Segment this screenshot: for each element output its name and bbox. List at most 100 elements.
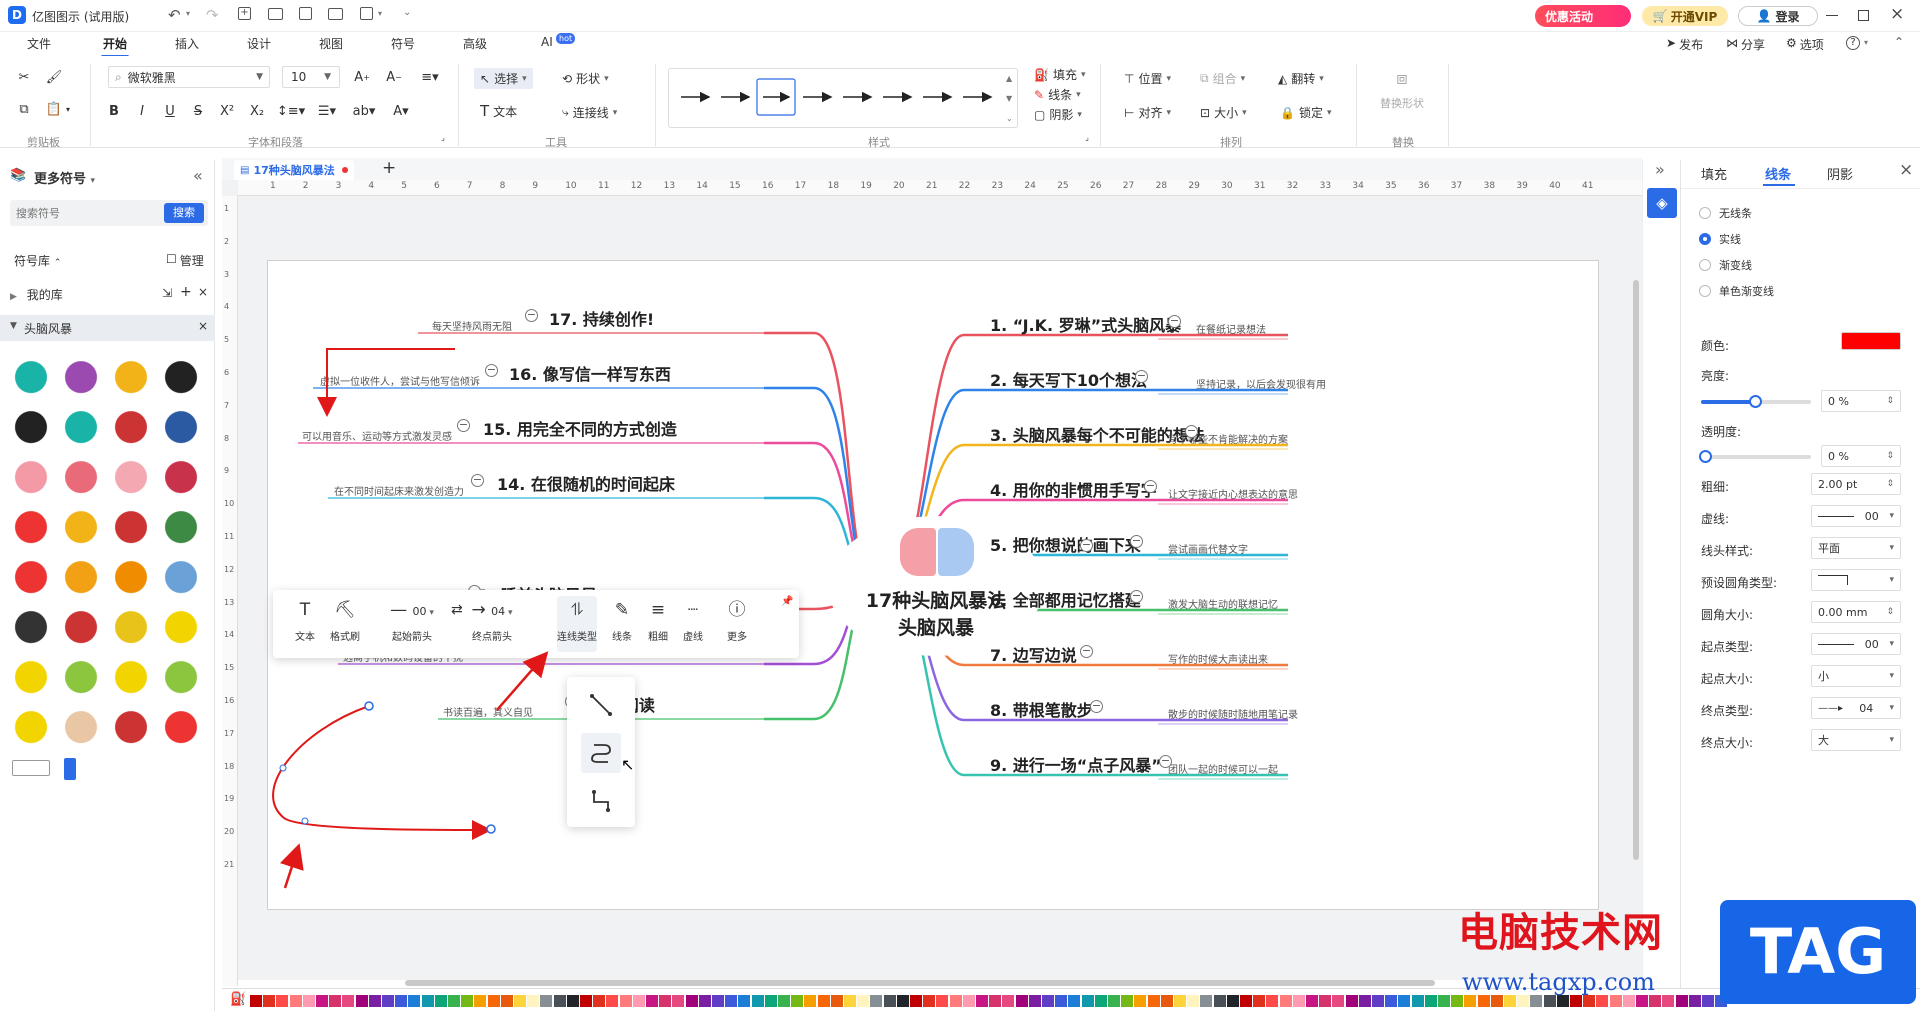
customize-quick-access-icon[interactable]: ⌄: [403, 7, 411, 18]
login-button[interactable]: 👤 登录: [1738, 6, 1818, 26]
color-swatch[interactable]: [514, 995, 526, 1007]
right-branch-topic[interactable]: 2. 每天写下10个想法: [990, 367, 1147, 391]
select-button[interactable]: ↖ 选择 ▾: [474, 68, 533, 89]
color-swatch[interactable]: [566, 995, 579, 1007]
line-style-gallery[interactable]: ▲ ▼ ⌄: [668, 68, 1018, 128]
color-swatch[interactable]: [1319, 995, 1332, 1007]
brainstorm-symbol-icon[interactable]: [112, 510, 150, 548]
color-swatch[interactable]: [553, 995, 566, 1007]
color-swatch[interactable]: [936, 995, 949, 1007]
color-swatch[interactable]: [844, 995, 856, 1007]
color-swatch[interactable]: [250, 995, 262, 1007]
color-swatch[interactable]: [395, 995, 408, 1007]
brainstorm-symbol-icon[interactable]: [162, 460, 200, 498]
brightness-slider[interactable]: [1701, 395, 1811, 408]
fill-button[interactable]: ⛽ 填充 ▾: [1034, 66, 1086, 83]
floating-toolbar-more-button[interactable]: ⓘ 更多: [717, 596, 757, 652]
color-swatch[interactable]: [500, 995, 513, 1007]
more-symbols-title[interactable]: 更多符号 ▾: [34, 168, 95, 187]
collapse-toggle-icon[interactable]: −: [1080, 645, 1093, 658]
strikethrough-icon[interactable]: S: [190, 102, 206, 120]
collapse-toggle-icon[interactable]: −: [1130, 535, 1143, 548]
color-swatch[interactable]: [804, 995, 817, 1007]
left-branch-topic[interactable]: 17. 持续创作!: [549, 306, 654, 330]
right-branch-note[interactable]: 激发大脑生动的联想记忆: [1168, 596, 1278, 611]
floating-toolbar-dash-button[interactable]: ┈ 虚线: [673, 596, 713, 652]
color-swatch[interactable]: [1438, 995, 1450, 1007]
paste-dropdown-icon[interactable]: ▾: [63, 100, 73, 118]
color-swatch[interactable]: [1068, 995, 1081, 1007]
line-spacing-icon[interactable]: ↕≡▾: [277, 102, 305, 120]
promo-button[interactable]: 优惠活动: [1535, 5, 1631, 27]
collapse-ribbon-icon[interactable]: ⌃: [1894, 35, 1904, 49]
end-type-select[interactable]: ——▸ 04 ▾: [1811, 697, 1901, 719]
brainstorm-symbol-icon[interactable]: [62, 660, 100, 698]
decrease-font-icon[interactable]: A −: [384, 68, 404, 86]
line-option-radio[interactable]: 无线条: [1699, 205, 1752, 221]
color-swatch[interactable]: [382, 995, 394, 1007]
lock-button[interactable]: 🔒 锁定 ▾: [1280, 104, 1332, 121]
line-option-radio[interactable]: 实线: [1699, 231, 1741, 247]
brightness-input[interactable]: 0 % ⇕: [1821, 390, 1901, 412]
brainstorm-symbol-icon[interactable]: [12, 710, 50, 748]
brainstorm-symbol-icon[interactable]: [12, 760, 50, 776]
close-panel-icon[interactable]: ×: [1899, 160, 1913, 180]
end-size-select[interactable]: 大 ▾: [1811, 729, 1901, 751]
brainstorm-symbol-icon[interactable]: [12, 610, 50, 648]
font-name-select[interactable]: ⌕ 微软雅黑 ▼: [108, 66, 270, 88]
line-option-radio[interactable]: 单色渐变线: [1699, 283, 1774, 299]
brainstorm-symbol-icon[interactable]: [12, 660, 50, 698]
elbow-connector-icon[interactable]: [581, 781, 621, 821]
collapse-panel-icon[interactable]: «: [193, 166, 203, 185]
collapse-toggle-icon[interactable]: −: [1080, 539, 1093, 552]
tab-design[interactable]: 设计: [247, 35, 271, 52]
close-window-icon[interactable]: ×: [1890, 4, 1904, 24]
color-swatch[interactable]: [1174, 995, 1186, 1007]
right-branch-topic[interactable]: 4. 用你的非惯用手写字: [990, 477, 1157, 501]
expand-panel-icon[interactable]: »: [1655, 160, 1665, 179]
start-size-select[interactable]: 小 ▾: [1811, 665, 1901, 687]
brainstorm-symbol-icon[interactable]: [12, 360, 50, 398]
color-swatch[interactable]: [1372, 995, 1384, 1007]
floating-toolbar-end-arrow-button[interactable]: → 04 ▾ 终点箭头: [460, 596, 524, 652]
text-button[interactable]: T 文本: [480, 102, 517, 120]
options-button[interactable]: ⚙ 选项: [1786, 36, 1824, 53]
color-swatch[interactable]: [857, 995, 870, 1007]
format-painter-icon[interactable]: 🖌: [45, 68, 63, 86]
brainstorm-symbol-icon[interactable]: [112, 660, 150, 698]
left-branch-topic[interactable]: 15. 用完全不同的方式创造: [483, 416, 677, 440]
import-icon[interactable]: ⇲: [162, 286, 172, 300]
color-swatch[interactable]: [355, 995, 368, 1007]
color-swatch[interactable]: [1398, 995, 1411, 1007]
color-swatch[interactable]: [1240, 995, 1252, 1007]
color-swatch[interactable]: [1055, 995, 1068, 1007]
vertical-scrollbar[interactable]: [1633, 280, 1639, 860]
color-swatch[interactable]: [949, 995, 962, 1007]
color-swatch[interactable]: [1358, 995, 1371, 1007]
ruler-horizontal[interactable]: 1 2 3 4 5 6 7 8 9 10 11 12 13 14 15 16 17 18 19 20 21 22 23 24 2…: [238, 180, 1642, 196]
brainstorm-symbol-icon[interactable]: [162, 710, 200, 748]
right-branch-topic[interactable]: 1. “J.K. 罗琳”式头脑风暴: [990, 312, 1181, 336]
brainstorm-symbol-icon[interactable]: [162, 660, 200, 698]
color-swatch[interactable]: [1332, 995, 1345, 1007]
color-swatch[interactable]: [1385, 995, 1398, 1007]
position-button[interactable]: ⊤ 位置 ▾: [1124, 70, 1171, 87]
shadow-button[interactable]: ▢ 阴影 ▾: [1034, 106, 1082, 123]
search-input[interactable]: [16, 204, 156, 222]
pin-icon[interactable]: 📌: [781, 596, 793, 607]
color-swatch[interactable]: [1841, 332, 1901, 350]
brainstorm-symbol-icon[interactable]: [162, 560, 200, 598]
color-swatch[interactable]: [1147, 995, 1160, 1007]
flip-button[interactable]: ◭ 翻转 ▾: [1278, 70, 1324, 87]
publish-button[interactable]: ➤ 发布: [1666, 36, 1703, 53]
tab-line[interactable]: 线条: [1765, 164, 1791, 183]
collapse-toggle-icon[interactable]: −: [471, 474, 484, 487]
corner-type-select[interactable]: ▾: [1811, 569, 1901, 591]
bullet-list-icon[interactable]: ☰▾: [314, 102, 340, 120]
floating-toolbar-start-arrow-button[interactable]: — 00 ▾ 起始箭头: [380, 596, 444, 652]
increase-font-icon[interactable]: A +: [352, 68, 372, 86]
color-swatch[interactable]: [1253, 995, 1266, 1007]
color-swatch[interactable]: [632, 995, 645, 1007]
color-swatch[interactable]: [725, 995, 738, 1007]
category-row-brainstorm[interactable]: ▼ 头脑风暴 ×: [0, 315, 215, 341]
